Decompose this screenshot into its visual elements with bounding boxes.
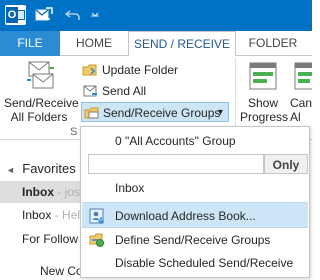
send-receive-groups-button[interactable]: Send/Receive Groups ▾ bbox=[81, 102, 229, 122]
folder-item-for-follow[interactable]: For Follow bbox=[0, 228, 82, 250]
send-receive-all-line2: All Folders bbox=[10, 110, 68, 124]
menu-item-download-address-book[interactable]: Download Address Book... bbox=[82, 202, 308, 228]
undo-button[interactable] bbox=[62, 4, 84, 26]
folder-item-inbox-help-label: Inbox bbox=[22, 208, 52, 222]
send-receive-all-line1: Send/Receive bbox=[4, 96, 79, 110]
ribbon-tabs: FILE HOME SEND / RECEIVE FOLDER bbox=[0, 31, 312, 57]
envelope-icon bbox=[17, 10, 25, 20]
menu-item-disable-scheduled-label: Disable Scheduled Send/Receive bbox=[115, 256, 294, 270]
menu-item-all-accounts-label: 0 "All Accounts" Group bbox=[115, 134, 236, 148]
address-book-icon bbox=[89, 208, 104, 224]
menu-item-disable-scheduled[interactable]: Disable Scheduled Send/Receive bbox=[82, 250, 308, 276]
folder-item-inbox[interactable]: Inbox - jos bbox=[0, 181, 82, 203]
send-receive-envelopes-icon bbox=[27, 61, 54, 89]
new-item-label: New Co bbox=[40, 264, 82, 278]
define-groups-icon bbox=[89, 233, 104, 247]
tab-file[interactable]: FILE bbox=[0, 31, 60, 56]
menu-item-inbox[interactable]: Inbox bbox=[82, 175, 308, 201]
show-progress-line1: Show bbox=[247, 96, 279, 110]
show-progress-label: Show Progress bbox=[240, 96, 289, 124]
only-button[interactable]: Only bbox=[264, 154, 308, 174]
send-receive-all-qat-button[interactable] bbox=[32, 4, 56, 26]
send-all-label: Send All bbox=[102, 84, 147, 98]
folder-item-inbox-help[interactable]: Inbox - Help bbox=[0, 204, 82, 226]
qat-customize-button[interactable] bbox=[88, 4, 102, 26]
cancel-all-label: Can Al bbox=[290, 96, 312, 124]
chevron-down-icon bbox=[91, 12, 99, 17]
send-receive-groups-menu: 0 "All Accounts" Group Only Inbox Downlo… bbox=[80, 126, 310, 278]
tab-folder[interactable]: FOLDER bbox=[244, 31, 302, 56]
update-folder-icon bbox=[82, 64, 97, 76]
folder-item-inbox-account: - jos bbox=[54, 185, 81, 199]
menu-item-inbox-label: Inbox bbox=[115, 181, 145, 195]
folder-item-for-follow-label: For Follow bbox=[22, 232, 79, 246]
group-filter-input[interactable] bbox=[88, 154, 264, 174]
update-folder-button[interactable]: Update Folder bbox=[82, 60, 202, 80]
tab-send-receive[interactable]: SEND / RECEIVE bbox=[128, 31, 236, 57]
cancel-all-line1: Can bbox=[290, 96, 312, 110]
outlook-app-icon[interactable]: O bbox=[5, 5, 26, 25]
cancel-all-icon bbox=[294, 62, 312, 90]
menu-item-download-address-book-label: Download Address Book... bbox=[115, 209, 256, 223]
show-progress-line2: Progress bbox=[240, 110, 289, 124]
undo-icon bbox=[65, 10, 80, 20]
folder-item-inbox-label: Inbox bbox=[22, 185, 54, 199]
chevron-down-icon: ▾ bbox=[218, 107, 224, 118]
folder-item-inbox-help-account: - Help bbox=[54, 208, 82, 222]
send-receive-all-icon bbox=[35, 7, 53, 21]
ribbon-group-label: S bbox=[70, 126, 78, 138]
tab-home[interactable]: HOME bbox=[66, 31, 122, 56]
menu-item-all-accounts[interactable]: 0 "All Accounts" Group bbox=[82, 128, 308, 154]
new-item-button[interactable]: New Co bbox=[0, 260, 82, 280]
title-bar: O bbox=[0, 0, 312, 31]
send-all-icon bbox=[83, 85, 97, 97]
send-receive-all-folders-button[interactable]: Send/Receive All Folders bbox=[4, 56, 79, 140]
send-receive-all-label: Send/Receive All Folders bbox=[4, 96, 79, 124]
favorites-header[interactable]: ◄ Favorites bbox=[6, 158, 86, 180]
favorites-label: Favorites bbox=[22, 161, 76, 176]
collapse-caret-icon: ◄ bbox=[6, 165, 15, 175]
ribbon-group-divider bbox=[235, 58, 236, 136]
send-receive-groups-label: Send/Receive Groups bbox=[103, 106, 221, 120]
send-receive-groups-icon bbox=[84, 107, 99, 119]
send-all-button[interactable]: Send All bbox=[82, 81, 202, 101]
show-progress-icon bbox=[249, 62, 277, 90]
cancel-all-line2: Al bbox=[290, 110, 301, 124]
update-folder-label: Update Folder bbox=[102, 63, 179, 77]
